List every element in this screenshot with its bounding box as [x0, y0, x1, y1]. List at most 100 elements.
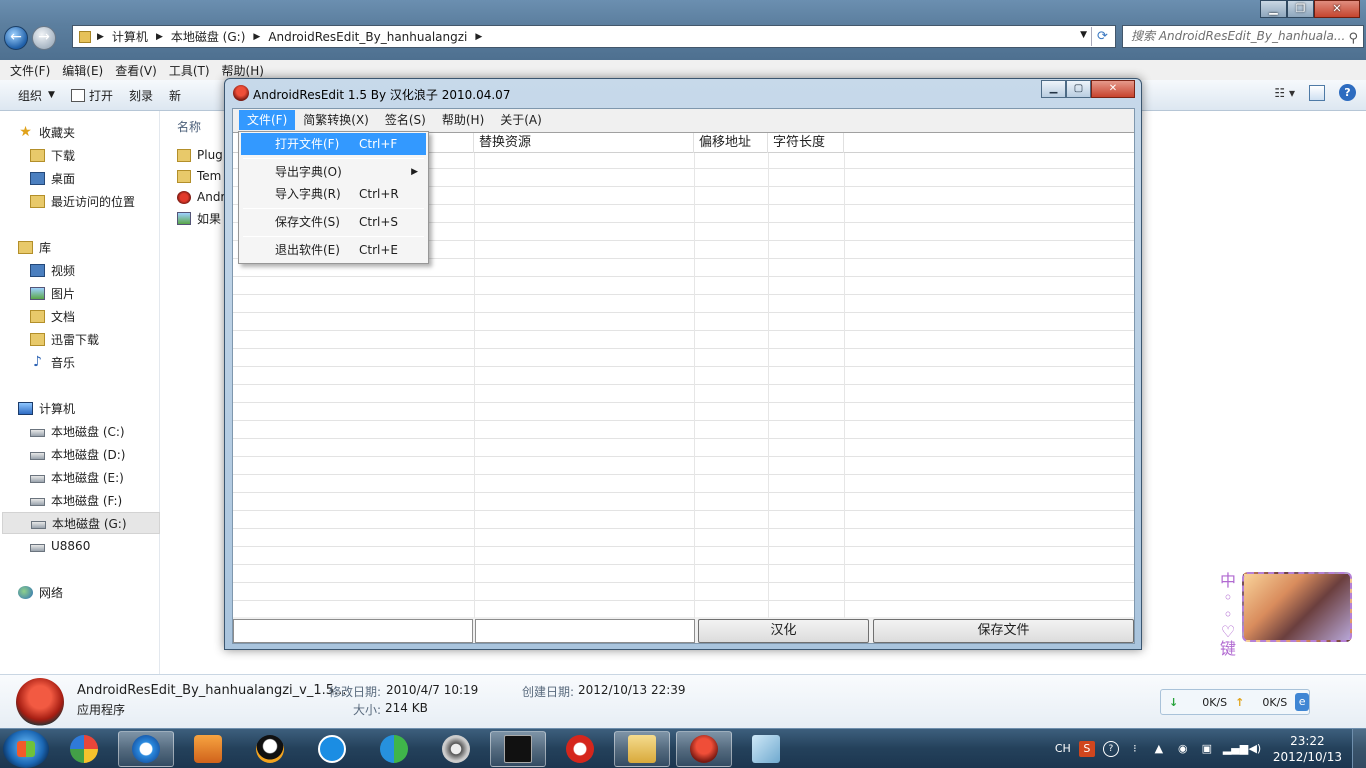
dialog-menu-help[interactable]: 帮助(H) [434, 110, 492, 130]
taskbar-qq[interactable] [242, 731, 298, 767]
taskbar-media-player[interactable] [180, 731, 236, 767]
nav-computer[interactable]: 计算机 [18, 397, 176, 419]
dialog-menu-about[interactable]: 关于(A) [492, 110, 550, 130]
burn-button[interactable]: 刻录 [121, 83, 161, 107]
menu-item-export-dict[interactable]: 导出字典(O) ▶ [241, 161, 426, 183]
taskbar-cmd[interactable] [490, 731, 546, 767]
menu-help[interactable]: 帮助(H) [216, 62, 270, 79]
menu-item-exit[interactable]: 退出软件(E) Ctrl+E [241, 239, 426, 261]
help-icon[interactable]: ? [1339, 84, 1356, 101]
menu-view[interactable]: 查看(V) [109, 62, 163, 79]
chevron-right-icon: ▶ [475, 31, 483, 42]
dialog-close-button[interactable]: ✕ [1091, 80, 1135, 98]
breadcrumb-computer[interactable]: 计算机 [104, 28, 156, 45]
language-indicator[interactable]: CH [1055, 741, 1071, 757]
taskbar-explorer[interactable] [614, 731, 670, 767]
menu-item-label: 退出软件(E) [275, 243, 340, 257]
nav-network[interactable]: 网络 [18, 581, 176, 603]
breadcrumb-folder[interactable]: AndroidResEdit_By_hanhualangzi [260, 30, 475, 44]
search-input[interactable]: 搜索 AndroidResEdit_By_hanhuala... ⚲ [1122, 25, 1364, 48]
nav-favorites[interactable]: ★ 收藏夹 [18, 121, 176, 143]
drive-icon [30, 429, 45, 437]
widget-char: 中 [1219, 571, 1236, 590]
open-button[interactable]: 打开 [63, 83, 121, 107]
desktop-photo-widget[interactable]: 中 ◦ ◦ ♡ 键 [1218, 571, 1354, 657]
clock[interactable]: 23:22 2012/10/13 [1273, 733, 1342, 765]
forward-button[interactable]: → [32, 26, 56, 50]
list-item[interactable]: Tem [177, 166, 221, 186]
minimize-button[interactable]: ▁ [1260, 0, 1287, 18]
menu-item-import-dict[interactable]: 导入字典(R) Ctrl+R [241, 183, 426, 205]
menu-item-save-file[interactable]: 保存文件(S) Ctrl+S [241, 211, 426, 233]
menu-item-label: 导入字典(R) [275, 187, 341, 201]
details-filename: AndroidResEdit_By_hanhualangzi_v_1.5... [77, 683, 347, 698]
column-header-offset[interactable]: 偏移地址 [694, 133, 768, 153]
menu-item-shortcut: Ctrl+S [359, 215, 399, 229]
close-button[interactable]: ✕ [1314, 0, 1360, 18]
dialog-minimize-button[interactable]: ▁ [1041, 80, 1066, 98]
media-player-icon [194, 735, 222, 763]
drive-icon [31, 521, 46, 529]
dialog-menu-sign[interactable]: 签名(S) [377, 110, 434, 130]
taskbar-video-app[interactable] [428, 731, 484, 767]
nav-label: 网络 [39, 585, 64, 600]
chevron-down-icon[interactable]: ▼ [1080, 30, 1087, 40]
back-button[interactable]: ← [4, 26, 28, 50]
network-monitor[interactable]: ↓ 0K/S ↑ 0K/S e [1160, 689, 1310, 715]
localize-button[interactable]: 汉化 [698, 619, 869, 643]
taskbar-pptv[interactable] [366, 731, 422, 767]
dialog-maximize-button[interactable]: ▢ [1066, 80, 1091, 98]
input-method-icon[interactable]: S [1078, 741, 1095, 757]
dialog-menu-convert[interactable]: 简繁转换(X) [295, 110, 377, 130]
dialog-menu-file[interactable]: 文件(F) [239, 110, 296, 130]
address-bar[interactable]: ▶ 计算机 ▶ 本地磁盘 (G:) ▶ AndroidResEdit_By_ha… [72, 25, 1116, 48]
browser-icon[interactable]: e [1295, 693, 1309, 711]
nav-label: 本地磁盘 (D:) [51, 447, 126, 462]
ime-options-icon[interactable]: ⁝ [1127, 741, 1143, 757]
taskbar-pinwheel-app[interactable] [56, 731, 112, 767]
taskbar-ie[interactable] [118, 731, 174, 767]
folder-icon [628, 735, 656, 763]
taskbar-notes[interactable] [738, 731, 794, 767]
column-header-length[interactable]: 字符长度 [768, 133, 844, 153]
nav-label: 计算机 [39, 401, 76, 416]
nav-libraries[interactable]: 库 [18, 236, 176, 258]
taskbar-qvod[interactable] [552, 731, 608, 767]
volume-icon[interactable]: ◀) [1247, 741, 1263, 757]
list-item[interactable]: Plug [177, 145, 223, 165]
view-options-icon[interactable]: ☷ ▾ [1274, 86, 1295, 100]
open-label: 打开 [88, 88, 113, 103]
help-icon[interactable]: ? [1102, 741, 1119, 757]
menu-tools[interactable]: 工具(T) [163, 62, 216, 79]
menu-edit[interactable]: 编辑(E) [56, 62, 109, 79]
menu-file[interactable]: 文件(F) [4, 62, 56, 79]
save-file-button[interactable]: 保存文件 [873, 619, 1134, 643]
file-menu-dropdown: 打开文件(F) Ctrl+F 导出字典(O) ▶ 导入字典(R) Ctrl+R … [238, 131, 429, 264]
breadcrumb-drive-g[interactable]: 本地磁盘 (G:) [163, 28, 254, 45]
replace-text-field[interactable] [475, 619, 695, 643]
show-hidden-icons[interactable]: ▲ [1151, 741, 1167, 757]
list-item[interactable]: 如果 [177, 208, 221, 228]
column-header-name[interactable]: 名称 [177, 118, 201, 135]
network-signal-icon[interactable]: ▂▄▆ [1223, 741, 1248, 757]
taskbar-kugou[interactable] [304, 731, 360, 767]
device-icon[interactable]: ▣ [1199, 741, 1215, 757]
recent-places-icon [30, 194, 45, 208]
show-desktop-button[interactable] [1352, 729, 1366, 768]
start-button[interactable] [3, 730, 49, 768]
column-header-replace[interactable]: 替换资源 [474, 133, 694, 153]
menu-item-open-file[interactable]: 打开文件(F) Ctrl+F [241, 133, 426, 155]
qq-tray-icon[interactable]: ◉ [1175, 741, 1191, 757]
search-icon[interactable]: ⚲ [1348, 28, 1358, 49]
preview-pane-icon[interactable] [1309, 84, 1325, 101]
organize-button[interactable]: 组织 ▼ [10, 83, 63, 107]
new-folder-button[interactable]: 新 [161, 83, 189, 107]
maximize-button[interactable]: ❐ [1287, 0, 1314, 18]
command-prompt-icon [504, 735, 532, 763]
list-item[interactable]: Andr [177, 187, 225, 207]
refresh-icon[interactable]: ⟳ [1091, 27, 1113, 46]
explorer-titlebar: ▁ ❐ ✕ ← → ▶ 计算机 ▶ 本地磁盘 (G:) ▶ AndroidRes… [0, 0, 1366, 60]
original-text-field[interactable] [233, 619, 473, 643]
nav-item-drive-g[interactable]: 本地磁盘 (G:) [2, 512, 160, 534]
taskbar-androidresedit[interactable] [676, 731, 732, 767]
